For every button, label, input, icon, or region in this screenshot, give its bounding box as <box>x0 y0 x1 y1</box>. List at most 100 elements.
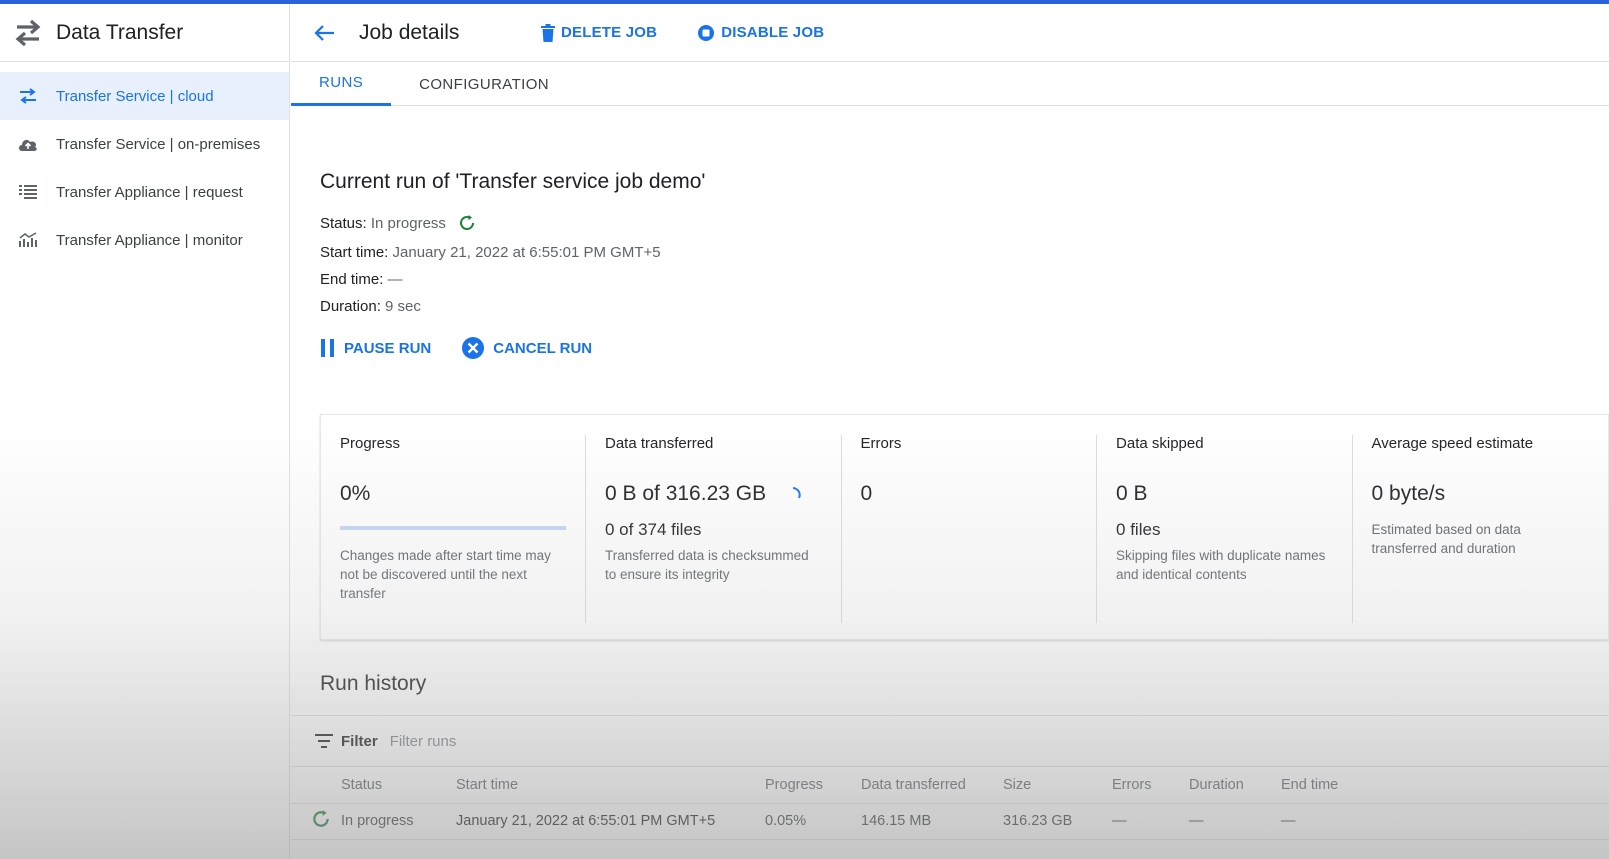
sidebar-item-label: Transfer Appliance | request <box>56 183 243 201</box>
stat-label: Average speed estimate <box>1371 435 1534 452</box>
loading-spinner-icon <box>792 487 801 499</box>
pause-run-button[interactable]: PAUSE RUN <box>320 336 431 360</box>
tab-bar: RUNS CONFIGURATION <box>291 62 1609 106</box>
cancel-run-label: CANCEL RUN <box>493 339 593 357</box>
filter-icon <box>315 734 333 748</box>
sidebar-item-label: Transfer Appliance | monitor <box>56 231 243 249</box>
duration-value: 9 sec <box>385 298 421 315</box>
stat-note: Estimated based on data transferred and … <box>1371 522 1521 556</box>
sidebar-item-transfer-service-on-premises[interactable]: Transfer Service | on-premises <box>0 120 289 168</box>
stat-label: Data transferred <box>605 435 714 452</box>
cell-duration: — <box>1189 803 1281 840</box>
run-history-table: Status Start time Progress Data transfer… <box>291 767 1609 840</box>
tab-configuration[interactable]: CONFIGURATION <box>391 62 577 106</box>
column-header-progress[interactable]: Progress <box>765 767 861 804</box>
stat-value: 0 <box>860 482 873 505</box>
stat-value: 0% <box>340 482 371 505</box>
end-time-row: End time: — <box>320 271 403 288</box>
column-header-errors[interactable]: Errors <box>1112 767 1189 804</box>
sidebar-item-transfer-appliance-monitor[interactable]: Transfer Appliance | monitor <box>0 216 289 264</box>
start-time-value: January 21, 2022 at 6:55:01 PM GMT+5 <box>392 244 661 261</box>
cancel-circle-icon <box>462 337 485 359</box>
sidebar-item-label: Transfer Service | cloud <box>56 87 214 105</box>
main-content: Job details DELETE JOB DISABLE JOB RUNS … <box>291 4 1609 859</box>
list-icon <box>0 185 56 199</box>
stat-note: Transferred data is checksummed to ensur… <box>605 548 809 582</box>
cell-errors: — <box>1112 803 1189 840</box>
status-row: Status: In progress <box>320 214 476 232</box>
tab-runs[interactable]: RUNS <box>291 62 392 106</box>
end-time-key: End time: <box>320 271 384 288</box>
pause-run-label: PAUSE RUN <box>344 339 432 357</box>
run-stats-card: Progress 0% Changes made after start tim… <box>320 414 1609 640</box>
duration-key: Duration: <box>320 298 381 315</box>
trash-icon <box>541 23 555 42</box>
in-progress-icon <box>313 810 329 827</box>
column-header-end-time[interactable]: End time <box>1281 767 1609 804</box>
end-time-value: — <box>387 271 403 288</box>
sidebar-item-transfer-appliance-request[interactable]: Transfer Appliance | request <box>0 168 289 216</box>
cell-start-time[interactable]: January 21, 2022 at 6:55:01 PM GMT+5 <box>456 803 765 840</box>
run-actions: PAUSE RUN CANCEL RUN <box>320 336 592 360</box>
delete-job-button[interactable]: DELETE JOB <box>541 23 658 42</box>
sidebar-item-transfer-service-cloud[interactable]: Transfer Service | cloud <box>0 72 289 120</box>
stat-note: Changes made after start time may not be… <box>340 548 551 601</box>
column-header-status[interactable]: Status <box>341 767 456 804</box>
start-time-row: Start time: January 21, 2022 at 6:55:01 … <box>320 244 661 261</box>
duration-row: Duration: 9 sec <box>320 298 421 315</box>
in-progress-icon <box>459 215 474 230</box>
disable-job-button[interactable]: DISABLE JOB <box>697 24 824 42</box>
data-transfer-logo-icon <box>0 4 56 62</box>
stat-label: Errors <box>860 435 902 452</box>
run-history-title: Run history <box>320 672 427 695</box>
page-title: Job details <box>359 20 460 44</box>
status-key: Status: <box>320 214 367 232</box>
stat-label: Data skipped <box>1116 435 1204 452</box>
stat-data-transferred: Data transferred 0 B of 316.23 GB 0 of 3… <box>586 435 842 623</box>
back-arrow-icon[interactable] <box>291 24 357 42</box>
stat-data-skipped: Data skipped 0 B 0 files Skipping files … <box>1097 435 1353 623</box>
cell-size: 316.23 GB <box>1003 803 1112 840</box>
stat-sub: 0 of 374 files <box>605 520 702 539</box>
progress-bar <box>340 526 566 530</box>
cell-status: In progress <box>341 803 456 840</box>
stat-value: 0 byte/s <box>1371 482 1446 505</box>
app-title: Data Transfer <box>56 20 184 44</box>
stat-value-row: 0 B of 316.23 GB <box>605 482 822 506</box>
delete-job-label: DELETE JOB <box>561 24 658 41</box>
stat-label: Progress <box>340 435 401 452</box>
cell-progress: 0.05% <box>765 803 861 840</box>
stat-sub: 0 files <box>1116 520 1161 539</box>
disable-job-label: DISABLE JOB <box>721 24 825 41</box>
sidebar: Data Transfer Transfer Service | cloud T… <box>0 4 290 859</box>
column-header-start-time[interactable]: Start time <box>456 767 765 804</box>
stat-progress: Progress 0% Changes made after start tim… <box>321 435 586 623</box>
sidebar-header: Data Transfer <box>0 4 289 62</box>
stat-errors: Errors 0 <box>842 435 1098 623</box>
cell-end-time: — <box>1281 803 1609 840</box>
filter-runs-input[interactable] <box>389 732 790 750</box>
start-time-key: Start time: <box>320 244 389 261</box>
column-header-size[interactable]: Size <box>1003 767 1112 804</box>
column-header-data-transferred[interactable]: Data transferred <box>861 767 1003 804</box>
chart-icon <box>0 232 56 248</box>
table-row[interactable]: In progress January 21, 2022 at 6:55:01 … <box>291 803 1609 840</box>
stop-circle-icon <box>698 24 715 41</box>
cloud-upload-icon <box>0 136 56 152</box>
pause-icon <box>321 339 334 357</box>
filter-label: Filter <box>341 732 378 750</box>
status-cell-icon <box>291 803 341 840</box>
page-header: Job details DELETE JOB DISABLE JOB <box>291 4 1609 62</box>
current-run-title: Current run of 'Transfer service job dem… <box>320 170 706 193</box>
sidebar-item-label: Transfer Service | on-premises <box>56 135 261 153</box>
cancel-run-button[interactable]: CANCEL RUN <box>461 336 592 360</box>
stat-note: Skipping files with duplicate names and … <box>1116 548 1326 582</box>
stat-average-speed: Average speed estimate 0 byte/s Estimate… <box>1353 435 1608 623</box>
stat-value: 0 B <box>1116 482 1148 505</box>
stat-value: 0 B of 316.23 GB <box>605 482 767 505</box>
column-header-duration[interactable]: Duration <box>1189 767 1281 804</box>
table-header-row: Status Start time Progress Data transfer… <box>291 767 1609 804</box>
cell-data-transferred: 146.15 MB <box>861 803 1003 840</box>
swap-arrows-icon <box>0 88 56 104</box>
status-value: In progress <box>370 214 446 232</box>
